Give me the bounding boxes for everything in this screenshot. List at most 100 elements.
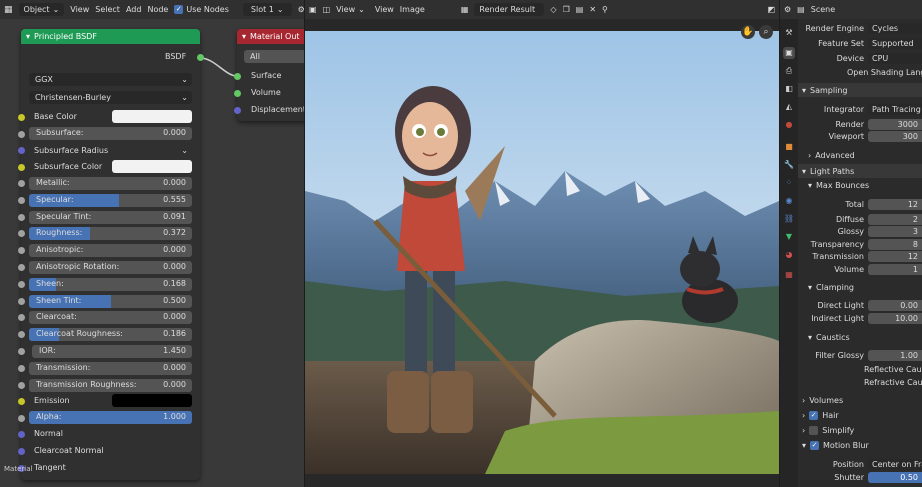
subsurface-socket[interactable] (18, 131, 25, 138)
param-socket[interactable] (18, 364, 25, 372)
render-engine-dropdown[interactable]: Cycles (868, 23, 922, 34)
collapse-arrow-icon[interactable]: ▾ (26, 32, 30, 41)
menu-view[interactable]: View (70, 5, 89, 14)
param-slider[interactable]: IOR: 1.450 (32, 345, 192, 358)
output-tab-icon[interactable]: ⎙ (783, 65, 795, 77)
subsurface-method-dropdown[interactable]: Christensen-Burley ⌄ (29, 91, 192, 104)
zoom-icon[interactable]: ⌕ (759, 25, 773, 39)
editor-type-icon[interactable]: ⚙ (784, 5, 791, 14)
object-mode-dropdown[interactable]: Object ⌄ (18, 3, 65, 16)
physics-tab-icon[interactable]: ◉ (783, 195, 795, 207)
node-editor[interactable]: ▾ Principled BSDF BSDF GGX ⌄ Christensen-… (0, 19, 304, 487)
refractive-caustics-checkbox[interactable]: Refractive Caustics (864, 378, 922, 387)
image-name-field[interactable]: Render Result (474, 3, 545, 16)
pin-icon[interactable]: ⚙ (298, 5, 304, 14)
viewport-samples-field[interactable]: 300 (868, 131, 922, 142)
image-browse-icon[interactable]: ▦ (461, 5, 469, 14)
slot-dropdown[interactable]: Slot 1 ⌄ (242, 3, 292, 16)
image-viewport[interactable]: ✋ ⌕ (305, 19, 779, 487)
close-icon[interactable]: ✕ (589, 5, 596, 14)
device-dropdown[interactable]: CPU (868, 53, 922, 64)
bounce-field[interactable]: 1 (868, 264, 922, 275)
distribution-dropdown[interactable]: GGX ⌄ (29, 73, 192, 86)
shield-icon[interactable]: ◇ (550, 5, 556, 14)
bsdf-output-socket[interactable] (197, 54, 204, 61)
bounce-field[interactable]: 3 (868, 226, 922, 237)
constraints-tab-icon[interactable]: ⛓ (783, 213, 795, 225)
render-tab-icon[interactable]: ▣ (783, 47, 795, 59)
clamping-subpanel[interactable]: ▾ Clamping (808, 283, 854, 292)
view-dropdown[interactable]: View ⌄ (336, 5, 365, 14)
menu-node[interactable]: Node (147, 5, 168, 14)
param-slider[interactable]: Anisotropic Rotation: 0.000 (29, 261, 192, 274)
position-dropdown[interactable]: Center on Frame (868, 459, 922, 470)
menu-view[interactable]: View (375, 5, 394, 14)
subsurface-color-swatch[interactable] (112, 160, 192, 173)
render-samples-field[interactable]: 3000 (868, 119, 922, 130)
clearcoat-normal-socket[interactable] (18, 448, 25, 455)
use-nodes-toggle[interactable]: ✓ Use Nodes (174, 5, 229, 14)
reflective-caustics-checkbox[interactable]: Reflective Caustics (864, 365, 922, 374)
shutter-field[interactable]: 0.50 (868, 472, 922, 483)
node-header[interactable]: ▾ Material Out (237, 29, 304, 44)
object-tab-icon[interactable]: ■ (783, 141, 795, 153)
sidebar-toggle-icon[interactable]: ◩ (767, 5, 775, 14)
material-tab-icon[interactable]: ◕ (783, 249, 795, 261)
param-socket[interactable] (18, 280, 25, 288)
texture-tab-icon[interactable]: ▦ (783, 269, 795, 281)
param-slider[interactable]: Clearcoat Roughness: 0.186 (29, 328, 192, 342)
param-slider[interactable]: Specular: 0.555 (29, 193, 192, 207)
world-tab-icon[interactable]: ● (783, 119, 795, 131)
integrator-dropdown[interactable]: Path Tracing (868, 104, 922, 115)
emission-swatch[interactable] (112, 394, 192, 407)
data-tab-icon[interactable]: ▼ (783, 231, 795, 243)
indirect-light-field[interactable]: 10.00 (868, 313, 922, 324)
sampling-panel-header[interactable]: ▾ Sampling (798, 83, 922, 97)
emission-socket[interactable] (18, 398, 25, 405)
filter-glossy-field[interactable]: 1.00 (868, 350, 922, 361)
simplify-panel[interactable]: › Simplify (802, 426, 854, 435)
param-socket[interactable] (18, 180, 25, 187)
subsurface-field[interactable]: Subsurface: 0.000 (29, 127, 192, 140)
scene-tab-icon[interactable]: ◭ (783, 101, 795, 113)
alpha-field[interactable]: Alpha: 1.000 (29, 411, 192, 424)
param-slider[interactable]: Roughness: 0.372 (29, 227, 192, 241)
param-socket[interactable] (18, 264, 25, 271)
particles-tab-icon[interactable]: ⁘ (783, 177, 795, 189)
hair-panel[interactable]: › ✓ Hair (802, 411, 839, 420)
editor-type-icon[interactable]: ▦ (4, 5, 13, 15)
base-color-socket[interactable] (18, 114, 25, 121)
osl-checkbox-label[interactable]: Open Shading Language (847, 68, 922, 77)
param-slider[interactable]: Anisotropic: 0.000 (29, 244, 192, 258)
param-slider[interactable]: Clearcoat: 0.000 (29, 311, 192, 325)
param-socket[interactable] (18, 297, 25, 305)
subsurface-radius-socket[interactable] (18, 147, 25, 154)
modifier-tab-icon[interactable]: 🔧 (783, 159, 795, 171)
param-slider[interactable]: Transmission Roughness: 0.000 (29, 378, 192, 392)
feature-set-dropdown[interactable]: Supported (868, 38, 922, 49)
pin-icon[interactable]: ⚲ (602, 5, 608, 14)
param-socket[interactable] (18, 381, 25, 389)
volumes-panel[interactable]: › Volumes (802, 396, 843, 405)
param-slider[interactable]: Sheen Tint: 0.500 (29, 294, 192, 308)
collapse-arrow-icon[interactable]: ▾ (242, 32, 246, 41)
bounce-field[interactable]: 2 (868, 214, 922, 225)
param-slider[interactable]: Sheen: 0.168 (29, 277, 192, 291)
bounce-field[interactable]: 12 (868, 251, 922, 262)
direct-light-field[interactable]: 0.00 (868, 300, 922, 311)
view-layer-tab-icon[interactable]: ◧ (783, 83, 795, 95)
param-slider[interactable]: Specular Tint: 0.091 (29, 210, 192, 224)
param-socket[interactable] (18, 348, 25, 355)
checkbox-icon[interactable]: ✓ (809, 411, 819, 420)
hand-pan-icon[interactable]: ✋ (741, 25, 755, 39)
normal-socket[interactable] (18, 431, 25, 438)
menu-image[interactable]: Image (400, 5, 425, 14)
bounce-field[interactable]: 8 (868, 239, 922, 250)
menu-select[interactable]: Select (95, 5, 120, 14)
checkbox-icon[interactable]: ✓ (810, 441, 820, 450)
surface-socket[interactable] (234, 73, 241, 80)
target-dropdown[interactable]: All (244, 50, 304, 63)
advanced-subpanel[interactable]: › Advanced (808, 151, 855, 160)
node-header[interactable]: ▾ Principled BSDF (21, 29, 200, 44)
view-toggle-icon[interactable]: ◫ (323, 5, 331, 14)
